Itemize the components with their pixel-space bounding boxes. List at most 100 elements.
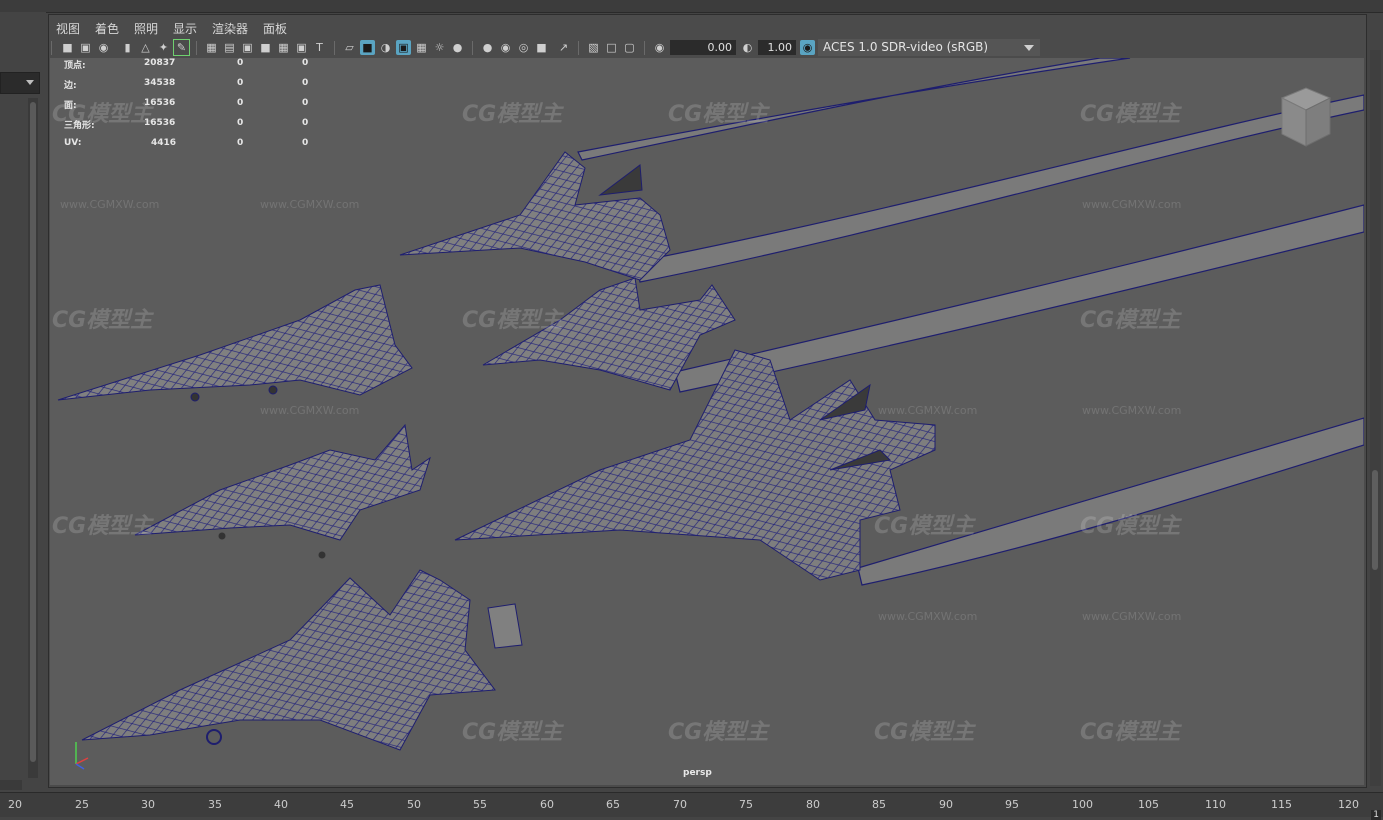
toolbar-separator	[334, 41, 335, 55]
viewcube-icon[interactable]	[1278, 84, 1334, 150]
gamma-icon[interactable]: ◐	[740, 40, 755, 55]
default-material-icon[interactable]: ◑	[378, 40, 393, 55]
hud-value: 0	[302, 98, 309, 108]
timeline-tick: 75	[739, 798, 753, 811]
color-space-dropdown[interactable]: ACES 1.0 SDR-video (sRGB)	[818, 39, 1040, 56]
timeline-tick: 80	[806, 798, 820, 811]
watermark-logo: CG模型主	[52, 514, 153, 539]
hud-label: 面:	[64, 101, 77, 111]
2d-pan-zoom-icon[interactable]: ✦	[156, 40, 171, 55]
menu-renderer[interactable]: 渲染器	[212, 20, 248, 37]
timeline-tick: 40	[274, 798, 288, 811]
left-panel-dropdown[interactable]	[0, 72, 40, 94]
exposure-field[interactable]: 0.00	[670, 40, 736, 55]
hud-label: 边:	[64, 81, 77, 91]
screen-space-ao-icon[interactable]: ●	[480, 40, 495, 55]
toolbar-separator	[644, 41, 645, 55]
xray-joints-icon[interactable]: ▢	[622, 40, 637, 55]
watermark-url: www.CGMXW.com	[878, 404, 978, 417]
trail-1	[577, 58, 1131, 161]
timeline-tick: 60	[540, 798, 554, 811]
gamma-field[interactable]: 1.00	[758, 40, 796, 55]
time-slider[interactable]: 20 25 30 35 40 45 50 55 60 65 70 75 80 8…	[0, 792, 1383, 820]
watermark-url: www.CGMXW.com	[260, 198, 360, 211]
top-shelf-strip	[0, 0, 1383, 13]
xray-active-icon[interactable]: □	[604, 40, 619, 55]
current-frame[interactable]: 1	[1371, 810, 1381, 820]
watermark-url: www.CGMXW.com	[1082, 610, 1182, 623]
xray-icon[interactable]: ▧	[586, 40, 601, 55]
timeline-tick: 110	[1205, 798, 1226, 811]
panel-menubar: 视图 着色 照明 显示 渲染器 面板	[48, 16, 1365, 38]
resolution-gate-icon[interactable]: ▣	[240, 40, 255, 55]
watermark-logo: CG模型主	[1080, 102, 1181, 127]
smooth-shade-icon[interactable]: ■	[360, 40, 375, 55]
right-scrollbar[interactable]	[1370, 50, 1381, 786]
depth-of-field-icon[interactable]: ■	[534, 40, 549, 55]
timeline-tick: 120	[1338, 798, 1359, 811]
watermark-logo: CG模型主	[668, 720, 769, 745]
scrollbar-thumb[interactable]	[1372, 470, 1378, 570]
field-chart-icon[interactable]: ▦	[276, 40, 291, 55]
grid-icon[interactable]: ▦	[204, 40, 219, 55]
camera-lock-icon[interactable]: ◉	[96, 40, 111, 55]
wireframe-icon[interactable]: ▱	[342, 40, 357, 55]
color-management-icon[interactable]: ◉	[800, 40, 815, 55]
3d-viewport[interactable]	[50, 58, 1364, 785]
camera-attributes-icon[interactable]: ▣	[78, 40, 93, 55]
menu-lighting[interactable]: 照明	[134, 20, 158, 37]
timeline-tick: 85	[872, 798, 886, 811]
image-plane-icon[interactable]: △	[138, 40, 153, 55]
motion-blur-icon[interactable]: ◉	[498, 40, 513, 55]
scrollbar-thumb[interactable]	[30, 102, 36, 762]
grease-pencil-icon[interactable]: ✎	[173, 39, 190, 56]
timeline-tick: 25	[75, 798, 89, 811]
bookmark-icon[interactable]: ▮	[120, 40, 135, 55]
hud-label: 三角形:	[64, 121, 95, 131]
timeline-tick: 20	[8, 798, 22, 811]
exposure-icon[interactable]: ◉	[652, 40, 667, 55]
hud-value: 0	[237, 138, 244, 148]
camera-icon[interactable]: ■	[60, 40, 75, 55]
timeline-tick: 95	[1005, 798, 1019, 811]
wireframe-on-shaded-icon[interactable]: ▣	[396, 40, 411, 55]
aircraft-1	[399, 151, 671, 281]
timeline-tick: 30	[141, 798, 155, 811]
menu-view[interactable]: 视图	[56, 20, 80, 37]
hud-value: 20837	[144, 58, 176, 68]
camera-name-label: persp	[683, 768, 712, 778]
hud-value: 34538	[144, 78, 176, 88]
watermark-url: www.CGMXW.com	[1082, 404, 1182, 417]
watermark-url: www.CGMXW.com	[260, 404, 360, 417]
hud-value: 4416	[151, 138, 177, 148]
safe-action-icon[interactable]: ▣	[294, 40, 309, 55]
left-panel-scrollbar[interactable]	[28, 98, 38, 778]
watermark-logo: CG模型主	[874, 720, 975, 745]
hud-value: 0	[302, 78, 309, 88]
menu-panels[interactable]: 面板	[263, 20, 287, 37]
hud-value: 0	[237, 58, 244, 68]
watermark-logo: CG模型主	[52, 308, 153, 333]
light-icon[interactable]: ☼	[432, 40, 447, 55]
watermark-url: www.CGMXW.com	[1082, 198, 1182, 211]
watermark-logo: CG模型主	[668, 102, 769, 127]
toolbar-separator	[578, 41, 579, 55]
shadow-icon[interactable]: ●	[450, 40, 465, 55]
timeline-tick: 105	[1138, 798, 1159, 811]
watermark-logo: CG模型主	[874, 514, 975, 539]
safe-title-icon[interactable]: T	[312, 40, 327, 55]
menu-show[interactable]: 显示	[173, 20, 197, 37]
hud-value: 16536	[144, 98, 176, 108]
toolbar-separator	[51, 41, 52, 55]
isolate-icon[interactable]: ↗	[556, 40, 571, 55]
watermark-logo: CG模型主	[1080, 514, 1181, 539]
left-panel-hscrollbar[interactable]	[0, 780, 22, 790]
gate-mask-icon[interactable]: ■	[258, 40, 273, 55]
texture-icon[interactable]: ▦	[414, 40, 429, 55]
chevron-down-icon	[1024, 45, 1034, 51]
timeline-tick: 55	[473, 798, 487, 811]
menu-shading[interactable]: 着色	[95, 20, 119, 37]
film-gate-icon[interactable]: ▤	[222, 40, 237, 55]
multisample-aa-icon[interactable]: ◎	[516, 40, 531, 55]
hud-value: 0	[237, 118, 244, 128]
